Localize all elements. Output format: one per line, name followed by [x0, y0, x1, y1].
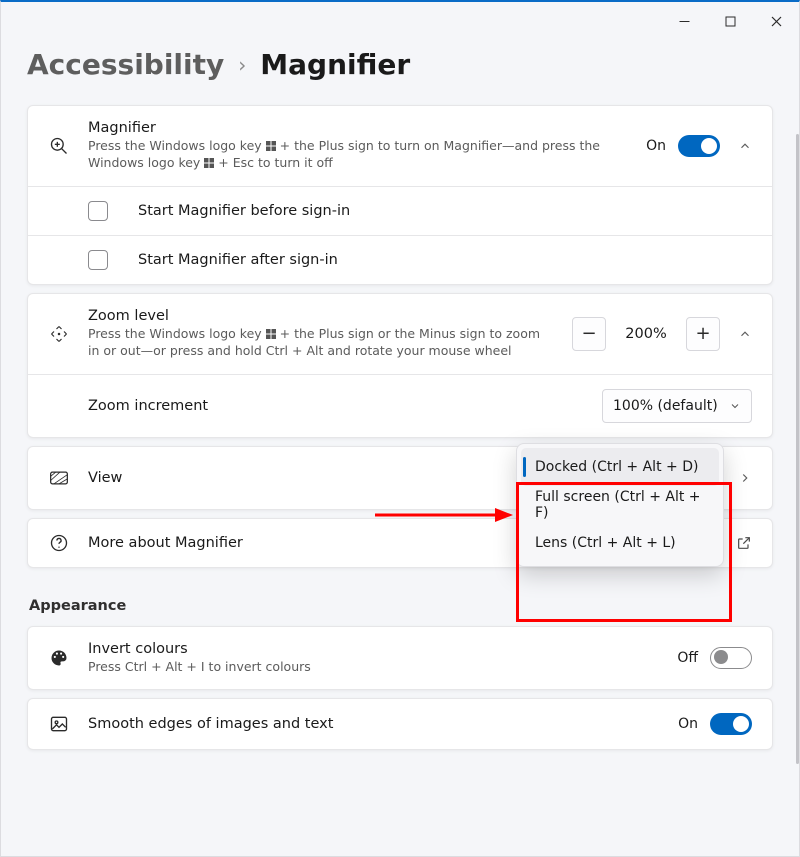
zoom-card: Zoom level Press the Windows logo key + … [27, 293, 773, 438]
chevron-up-icon[interactable] [738, 139, 752, 153]
external-link-icon[interactable] [736, 535, 752, 551]
window-minimize-button[interactable] [661, 6, 707, 36]
windows-logo-icon [266, 141, 276, 151]
windows-logo-icon [204, 158, 214, 168]
zoom-increment-row[interactable]: Zoom increment 100% (default) [28, 374, 772, 437]
zoom-increase-button[interactable]: + [686, 317, 720, 351]
invert-colours-toggle[interactable] [710, 647, 752, 669]
magnifier-title: Magnifier [88, 120, 628, 136]
start-before-signin-label: Start Magnifier before sign-in [138, 203, 350, 219]
start-before-signin-row[interactable]: Start Magnifier before sign-in [28, 186, 772, 235]
view-row[interactable]: View Docked (Ctrl + Alt + D) Full screen… [28, 447, 772, 509]
invert-colours-title: Invert colours [88, 641, 659, 657]
magnifier-subtitle: Press the Windows logo key + the Plus si… [88, 138, 608, 172]
zoom-subtitle: Press the Windows logo key + the Plus si… [88, 326, 554, 360]
zoom-decrease-button[interactable]: − [572, 317, 606, 351]
page-title: Magnifier [260, 48, 410, 81]
zoom-increment-label: Zoom increment [88, 398, 584, 414]
invert-colours-card: Invert colours Press Ctrl + Alt + I to i… [27, 626, 773, 691]
breadcrumb-parent[interactable]: Accessibility [27, 48, 224, 81]
smooth-edges-title: Smooth edges of images and text [88, 716, 660, 732]
window-maximize-button[interactable] [707, 6, 753, 36]
zoom-value: 200% [618, 326, 674, 342]
start-before-signin-checkbox[interactable] [88, 201, 108, 221]
view-option-fullscreen[interactable]: Full screen (Ctrl + Alt + F) [521, 486, 719, 524]
view-option-docked[interactable]: Docked (Ctrl + Alt + D) [521, 448, 719, 486]
windows-logo-icon [266, 329, 276, 339]
scrollbar[interactable] [796, 134, 799, 764]
invert-colours-row[interactable]: Invert colours Press Ctrl + Alt + I to i… [28, 627, 772, 690]
breadcrumb: Accessibility › Magnifier [27, 48, 773, 81]
invert-toggle-label: Off [677, 650, 698, 666]
magnifier-card: Magnifier Press the Windows logo key + t… [27, 105, 773, 285]
start-after-signin-label: Start Magnifier after sign-in [138, 252, 338, 268]
start-after-signin-row[interactable]: Start Magnifier after sign-in [28, 235, 772, 284]
palette-icon [48, 648, 70, 668]
view-card: View Docked (Ctrl + Alt + D) Full screen… [27, 446, 773, 510]
zoom-level-row[interactable]: Zoom level Press the Windows logo key + … [28, 294, 772, 374]
zoom-move-icon [48, 324, 70, 344]
zoom-increment-select[interactable]: 100% (default) [602, 389, 752, 423]
view-option-lens[interactable]: Lens (Ctrl + Alt + L) [521, 524, 719, 562]
invert-colours-subtitle: Press Ctrl + Alt + I to invert colours [88, 659, 608, 676]
zoom-title: Zoom level [88, 308, 554, 324]
zoom-increment-value: 100% (default) [613, 398, 718, 414]
view-dropdown: Docked (Ctrl + Alt + D) Full screen (Ctr… [516, 443, 724, 567]
smooth-toggle-label: On [678, 716, 698, 732]
chevron-right-icon[interactable] [738, 471, 752, 485]
smooth-edges-toggle[interactable] [710, 713, 752, 735]
start-after-signin-checkbox[interactable] [88, 250, 108, 270]
smooth-edges-card: Smooth edges of images and text On [27, 698, 773, 750]
image-icon [48, 714, 70, 734]
magnifier-toggle[interactable] [678, 135, 720, 157]
view-icon [48, 468, 70, 488]
appearance-section-label: Appearance [29, 598, 773, 614]
magnifier-toggle-label: On [646, 138, 666, 154]
chevron-up-icon[interactable] [738, 327, 752, 341]
window-close-button[interactable] [753, 6, 799, 36]
chevron-right-icon: › [238, 53, 246, 77]
magnifier-toggle-row[interactable]: Magnifier Press the Windows logo key + t… [28, 106, 772, 186]
smooth-edges-row[interactable]: Smooth edges of images and text On [28, 699, 772, 749]
help-icon [48, 533, 70, 553]
magnifier-icon [48, 136, 70, 156]
chevron-down-icon [729, 400, 741, 412]
